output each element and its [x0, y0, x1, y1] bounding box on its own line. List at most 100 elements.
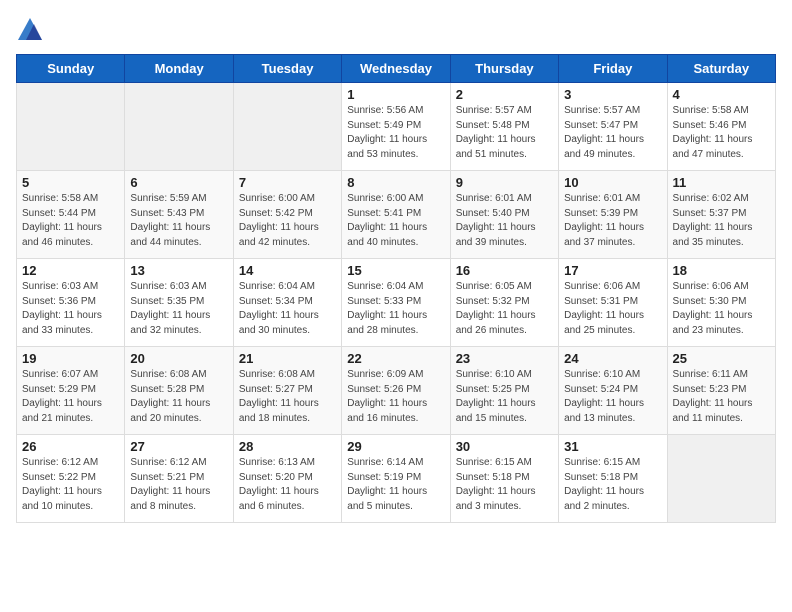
- day-number: 3: [564, 87, 661, 102]
- calendar-cell: 9Sunrise: 6:01 AM Sunset: 5:40 PM Daylig…: [450, 171, 558, 259]
- day-info: Sunrise: 5:58 AM Sunset: 5:44 PM Dayligh…: [22, 192, 119, 250]
- day-info: Sunrise: 6:01 AM Sunset: 5:40 PM Dayligh…: [456, 192, 553, 250]
- calendar-cell: 14 Sunrise: 6:04 AM Sunset: 5:34 PM Dayli…: [233, 259, 341, 347]
- calendar-cell: 22 Sunrise: 6:09 AM Sunset: 5:26 PM Dayli…: [342, 347, 450, 435]
- day-info: Sunrise: 6:13 AM Sunset: 5:20 PM Dayligh…: [239, 456, 336, 514]
- calendar-table: SundayMondayTuesdayWednesdayThursdayFrid…: [16, 54, 776, 523]
- day-number: 12: [22, 263, 119, 278]
- day-info: Sunrise: 6:15 AM Sunset: 5:18 PM Dayligh…: [456, 456, 553, 514]
- day-info: Sunrise: 6:03 AM Sunset: 5:36 PM Dayligh…: [22, 280, 119, 338]
- page: SundayMondayTuesdayWednesdayThursdayFrid…: [0, 0, 792, 612]
- day-number: 8: [347, 175, 444, 190]
- day-number: 23: [456, 351, 553, 366]
- day-number: 13: [130, 263, 227, 278]
- day-number: 29: [347, 439, 444, 454]
- day-info: Sunrise: 6:06 AM Sunset: 5:31 PM Dayligh…: [564, 280, 661, 338]
- calendar-cell: 3Sunrise: 5:57 AM Sunset: 5:47 PM Daylig…: [559, 83, 667, 171]
- day-info: Sunrise: 5:58 AM Sunset: 5:46 PM Dayligh…: [673, 104, 770, 162]
- calendar-cell: 4Sunrise: 5:58 AM Sunset: 5:46 PM Daylig…: [667, 83, 775, 171]
- day-number: 11: [673, 175, 770, 190]
- calendar-cell: 10 Sunrise: 6:01 AM Sunset: 5:39 PM Dayli…: [559, 171, 667, 259]
- day-info: Sunrise: 5:56 AM Sunset: 5:49 PM Dayligh…: [347, 104, 444, 162]
- day-info: Sunrise: 6:01 AM Sunset: 5:39 PM Dayligh…: [564, 192, 661, 250]
- day-info: Sunrise: 6:07 AM Sunset: 5:29 PM Dayligh…: [22, 368, 119, 426]
- calendar-cell: 28Sunrise: 6:13 AM Sunset: 5:20 PM Dayli…: [233, 435, 341, 523]
- day-info: Sunrise: 6:05 AM Sunset: 5:32 PM Dayligh…: [456, 280, 553, 338]
- day-number: 25: [673, 351, 770, 366]
- calendar-cell: 18 Sunrise: 6:06 AM Sunset: 5:30 PM Dayli…: [667, 259, 775, 347]
- day-info: Sunrise: 6:04 AM Sunset: 5:34 PM Dayligh…: [239, 280, 336, 338]
- calendar-cell: 2 Sunrise: 5:57 AM Sunset: 5:48 PM Daylig…: [450, 83, 558, 171]
- day-number: 20: [130, 351, 227, 366]
- day-info: Sunrise: 6:08 AM Sunset: 5:27 PM Dayligh…: [239, 368, 336, 426]
- calendar-cell: 26Sunrise: 6:12 AM Sunset: 5:22 PM Dayli…: [17, 435, 125, 523]
- day-info: Sunrise: 5:57 AM Sunset: 5:48 PM Dayligh…: [456, 104, 553, 162]
- calendar-cell: 5Sunrise: 5:58 AM Sunset: 5:44 PM Daylig…: [17, 171, 125, 259]
- day-number: 26: [22, 439, 119, 454]
- day-number: 1: [347, 87, 444, 102]
- day-number: 24: [564, 351, 661, 366]
- day-info: Sunrise: 6:10 AM Sunset: 5:24 PM Dayligh…: [564, 368, 661, 426]
- calendar-week-1: 1 Sunrise: 5:56 AM Sunset: 5:49 PM Daylig…: [17, 83, 776, 171]
- day-number: 18: [673, 263, 770, 278]
- calendar-cell: 27 Sunrise: 6:12 AM Sunset: 5:21 PM Dayli…: [125, 435, 233, 523]
- header: [16, 16, 776, 44]
- calendar-cell: 12 Sunrise: 6:03 AM Sunset: 5:36 PM Dayli…: [17, 259, 125, 347]
- calendar-cell: 8Sunrise: 6:00 AM Sunset: 5:41 PM Daylig…: [342, 171, 450, 259]
- day-info: Sunrise: 6:03 AM Sunset: 5:35 PM Dayligh…: [130, 280, 227, 338]
- calendar-cell: 17 Sunrise: 6:06 AM Sunset: 5:31 PM Dayli…: [559, 259, 667, 347]
- day-number: 10: [564, 175, 661, 190]
- calendar-cell: 6Sunrise: 5:59 AM Sunset: 5:43 PM Daylig…: [125, 171, 233, 259]
- day-info: Sunrise: 6:00 AM Sunset: 5:42 PM Dayligh…: [239, 192, 336, 250]
- day-number: 21: [239, 351, 336, 366]
- day-info: Sunrise: 6:11 AM Sunset: 5:23 PM Dayligh…: [673, 368, 770, 426]
- calendar-cell: [233, 83, 341, 171]
- day-number: 14: [239, 263, 336, 278]
- calendar-cell: 16Sunrise: 6:05 AM Sunset: 5:32 PM Dayli…: [450, 259, 558, 347]
- day-number: 27: [130, 439, 227, 454]
- day-number: 22: [347, 351, 444, 366]
- day-info: Sunrise: 6:10 AM Sunset: 5:25 PM Dayligh…: [456, 368, 553, 426]
- day-number: 6: [130, 175, 227, 190]
- calendar-body: 1 Sunrise: 5:56 AM Sunset: 5:49 PM Daylig…: [17, 83, 776, 523]
- calendar-cell: 23 Sunrise: 6:10 AM Sunset: 5:25 PM Dayli…: [450, 347, 558, 435]
- day-number: 30: [456, 439, 553, 454]
- weekday-header-monday: Monday: [125, 55, 233, 83]
- weekday-header-tuesday: Tuesday: [233, 55, 341, 83]
- day-number: 19: [22, 351, 119, 366]
- calendar-cell: [667, 435, 775, 523]
- day-info: Sunrise: 6:09 AM Sunset: 5:26 PM Dayligh…: [347, 368, 444, 426]
- calendar-cell: 7 Sunrise: 6:00 AM Sunset: 5:42 PM Daylig…: [233, 171, 341, 259]
- weekday-row: SundayMondayTuesdayWednesdayThursdayFrid…: [17, 55, 776, 83]
- calendar-header: SundayMondayTuesdayWednesdayThursdayFrid…: [17, 55, 776, 83]
- calendar-week-4: 19 Sunrise: 6:07 AM Sunset: 5:29 PM Dayli…: [17, 347, 776, 435]
- calendar-cell: 30 Sunrise: 6:15 AM Sunset: 5:18 PM Dayli…: [450, 435, 558, 523]
- calendar-cell: 11 Sunrise: 6:02 AM Sunset: 5:37 PM Dayli…: [667, 171, 775, 259]
- calendar-cell: 19 Sunrise: 6:07 AM Sunset: 5:29 PM Dayli…: [17, 347, 125, 435]
- day-info: Sunrise: 6:15 AM Sunset: 5:18 PM Dayligh…: [564, 456, 661, 514]
- calendar-cell: 29 Sunrise: 6:14 AM Sunset: 5:19 PM Dayli…: [342, 435, 450, 523]
- calendar-cell: 15Sunrise: 6:04 AM Sunset: 5:33 PM Dayli…: [342, 259, 450, 347]
- day-number: 7: [239, 175, 336, 190]
- weekday-header-friday: Friday: [559, 55, 667, 83]
- calendar-week-3: 12 Sunrise: 6:03 AM Sunset: 5:36 PM Dayli…: [17, 259, 776, 347]
- calendar-cell: 1 Sunrise: 5:56 AM Sunset: 5:49 PM Daylig…: [342, 83, 450, 171]
- calendar-week-2: 5Sunrise: 5:58 AM Sunset: 5:44 PM Daylig…: [17, 171, 776, 259]
- day-info: Sunrise: 6:08 AM Sunset: 5:28 PM Dayligh…: [130, 368, 227, 426]
- day-info: Sunrise: 6:12 AM Sunset: 5:21 PM Dayligh…: [130, 456, 227, 514]
- weekday-header-wednesday: Wednesday: [342, 55, 450, 83]
- day-number: 15: [347, 263, 444, 278]
- day-number: 2: [456, 87, 553, 102]
- calendar-cell: 31Sunrise: 6:15 AM Sunset: 5:18 PM Dayli…: [559, 435, 667, 523]
- weekday-header-saturday: Saturday: [667, 55, 775, 83]
- day-info: Sunrise: 6:06 AM Sunset: 5:30 PM Dayligh…: [673, 280, 770, 338]
- day-info: Sunrise: 6:02 AM Sunset: 5:37 PM Dayligh…: [673, 192, 770, 250]
- calendar-cell: 25 Sunrise: 6:11 AM Sunset: 5:23 PM Dayli…: [667, 347, 775, 435]
- calendar-cell: 24 Sunrise: 6:10 AM Sunset: 5:24 PM Dayli…: [559, 347, 667, 435]
- day-number: 17: [564, 263, 661, 278]
- calendar-cell: [17, 83, 125, 171]
- weekday-header-sunday: Sunday: [17, 55, 125, 83]
- calendar-cell: 13 Sunrise: 6:03 AM Sunset: 5:35 PM Dayli…: [125, 259, 233, 347]
- logo: [16, 16, 48, 44]
- day-info: Sunrise: 6:14 AM Sunset: 5:19 PM Dayligh…: [347, 456, 444, 514]
